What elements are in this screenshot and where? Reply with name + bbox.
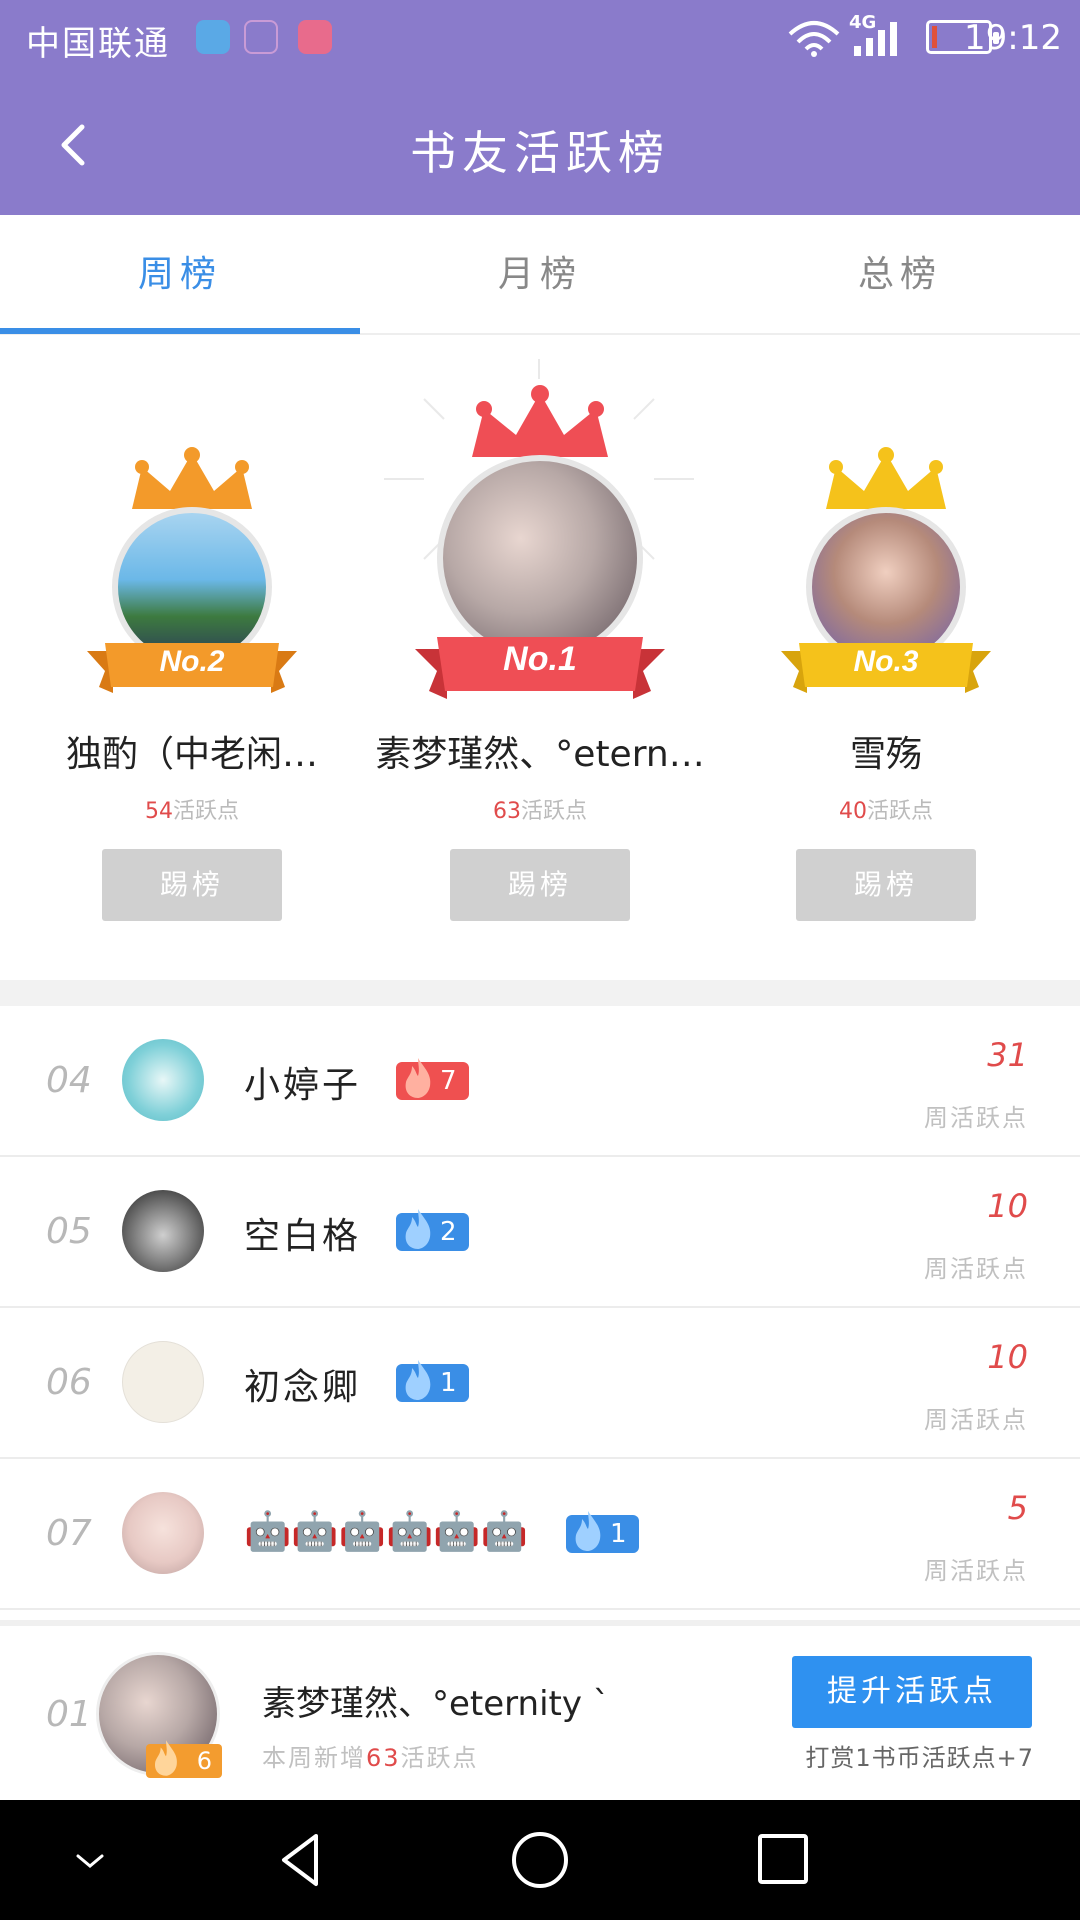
podium-first[interactable]: No.1 素梦瑾然、°etern… 63活跃点 踢榜 bbox=[370, 337, 710, 977]
system-nav-bar bbox=[0, 1800, 1080, 1920]
rank-number: 05 bbox=[46, 1211, 92, 1252]
score: 31 bbox=[987, 1036, 1028, 1074]
battery-saver-icon bbox=[298, 20, 332, 54]
flame-icon bbox=[405, 1360, 431, 1400]
avatar bbox=[122, 1039, 204, 1121]
reward-hint: 打赏1书币活跃点+7 bbox=[805, 1744, 1034, 1772]
rank-number: 04 bbox=[46, 1060, 92, 1101]
chevron-down-icon[interactable] bbox=[60, 1800, 120, 1920]
section-divider bbox=[0, 980, 1080, 1006]
user-name: 素梦瑾然、°etern… bbox=[375, 734, 705, 775]
rank-label: No.2 bbox=[159, 645, 225, 678]
score-label: 周活跃点 bbox=[924, 1406, 1028, 1434]
level-badge: 6 bbox=[146, 1740, 222, 1778]
kick-button[interactable]: 踢榜 bbox=[450, 849, 630, 921]
crown-icon bbox=[472, 385, 608, 457]
score-label: 周活跃点 bbox=[924, 1557, 1028, 1585]
notification-icon bbox=[196, 20, 230, 54]
flame-icon bbox=[405, 1209, 431, 1249]
tab-bar: 周榜 月榜 总榜 bbox=[0, 215, 1080, 335]
tab-monthly[interactable]: 月榜 bbox=[360, 215, 720, 335]
boost-activity-button[interactable]: 提升活跃点 bbox=[792, 1656, 1032, 1728]
rank-label: No.1 bbox=[503, 640, 577, 678]
list-item[interactable]: 06 初念卿 1 10 周活跃点 bbox=[0, 1308, 1080, 1459]
points: 54活跃点 bbox=[144, 799, 239, 824]
tab-indicator bbox=[0, 328, 360, 334]
screen: 中国联通 4G 19:12 书友活跃榜 周榜 月榜 总榜 No.2 独酌（中老闲… bbox=[0, 0, 1080, 1920]
score: 5 bbox=[1007, 1489, 1028, 1527]
list-item[interactable]: 07 🤖🤖🤖🤖🤖🤖 1 5 周活跃点 bbox=[0, 1459, 1080, 1610]
tab-total[interactable]: 总榜 bbox=[720, 215, 1080, 335]
recents-square-icon[interactable] bbox=[752, 1800, 812, 1920]
clock: 19:12 bbox=[964, 18, 1062, 58]
signal-icon bbox=[854, 22, 897, 56]
points: 40活跃点 bbox=[838, 799, 933, 824]
podium-second[interactable]: No.2 独酌（中老闲… 54活跃点 踢榜 bbox=[22, 337, 362, 977]
carrier-label: 中国联通 bbox=[26, 24, 170, 64]
my-rank-bar: 01 6 素梦瑾然、°eternity ˋ 本周新增63活跃点 提升活跃点 打赏… bbox=[0, 1620, 1080, 1800]
avatar bbox=[122, 1190, 204, 1272]
rank-number: 01 bbox=[46, 1694, 92, 1735]
list-item[interactable]: 05 空白格 2 10 周活跃点 bbox=[0, 1157, 1080, 1308]
avatar bbox=[122, 1341, 204, 1423]
podium-third[interactable]: No.3 雪殇 40活跃点 踢榜 bbox=[716, 337, 1056, 977]
page-title: 书友活跃榜 bbox=[410, 126, 670, 180]
level-badge: 1 bbox=[566, 1511, 639, 1553]
kick-button[interactable]: 踢榜 bbox=[796, 849, 976, 921]
tab-weekly[interactable]: 周榜 bbox=[0, 215, 360, 335]
score: 10 bbox=[987, 1187, 1028, 1225]
level-badge: 1 bbox=[396, 1360, 469, 1402]
list-item[interactable]: 04 小婷子 7 31 周活跃点 bbox=[0, 1006, 1080, 1157]
level-badge: 7 bbox=[396, 1058, 469, 1100]
user-name: 空白格 bbox=[244, 1216, 362, 1257]
avatar bbox=[122, 1492, 204, 1574]
app-bar: 书友活跃榜 bbox=[0, 75, 1080, 215]
wifi-icon bbox=[788, 21, 840, 57]
score: 10 bbox=[987, 1338, 1028, 1376]
weekly-gain: 本周新增63活跃点 bbox=[262, 1744, 479, 1772]
points: 63活跃点 bbox=[492, 799, 587, 824]
kick-button[interactable]: 踢榜 bbox=[102, 849, 282, 921]
user-name: 初念卿 bbox=[244, 1367, 362, 1408]
user-name: 小婷子 bbox=[244, 1065, 362, 1106]
rank-number: 07 bbox=[46, 1513, 92, 1554]
home-circle-icon[interactable] bbox=[506, 1800, 574, 1920]
user-name: 独酌（中老闲… bbox=[65, 734, 318, 775]
flame-icon bbox=[405, 1058, 431, 1098]
rank-label: No.3 bbox=[853, 645, 919, 678]
user-name: 🤖🤖🤖🤖🤖🤖 bbox=[244, 1509, 528, 1553]
user-name: 素梦瑾然、°eternity ˋ bbox=[262, 1684, 610, 1724]
heart-icon bbox=[244, 20, 278, 54]
flame-icon bbox=[575, 1511, 601, 1551]
status-bar: 中国联通 4G 19:12 bbox=[0, 0, 1080, 75]
flame-icon bbox=[154, 1740, 177, 1776]
user-name: 雪殇 bbox=[849, 734, 922, 775]
rank-number: 06 bbox=[46, 1362, 92, 1403]
level-badge: 2 bbox=[396, 1209, 469, 1251]
back-triangle-icon[interactable] bbox=[270, 1800, 330, 1920]
score-label: 周活跃点 bbox=[924, 1255, 1028, 1283]
podium: No.2 独酌（中老闲… 54活跃点 踢榜 No.1 素梦瑾然、°etern… … bbox=[0, 337, 1080, 977]
score-label: 周活跃点 bbox=[924, 1104, 1028, 1132]
